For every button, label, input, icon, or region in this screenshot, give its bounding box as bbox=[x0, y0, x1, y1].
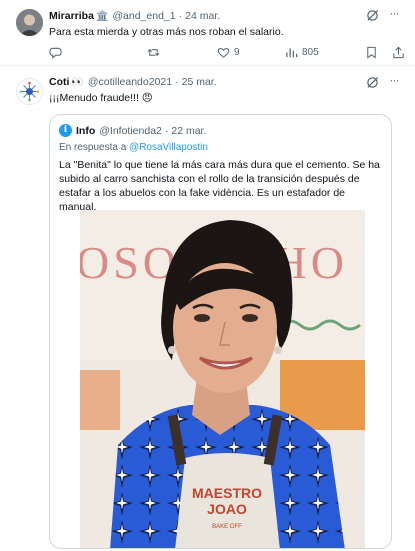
tweet-header: Coti 👀 @cotilleando2021 · 25 mar. bbox=[49, 76, 217, 88]
tweet-header: Mirarriba 🏛️ @and_end_1 · 24 mar. bbox=[49, 10, 220, 22]
author-name[interactable]: Mirarriba bbox=[49, 10, 94, 22]
share-icon bbox=[393, 46, 404, 59]
tweet-photo[interactable]: OSO EL HO bbox=[80, 210, 365, 548]
tweet-text: ¡¡¡Menudo fraude!!! 😠 bbox=[49, 92, 153, 104]
info-avatar-icon[interactable]: i bbox=[59, 124, 72, 137]
tweet[interactable]: Coti 👀 @cotilleando2021 · 25 mar. ··· ¡¡… bbox=[0, 67, 415, 551]
tweet-date[interactable]: 25 mar. bbox=[182, 76, 217, 88]
grok-icon[interactable] bbox=[366, 76, 379, 89]
apron-text-line1: MAESTRO bbox=[192, 485, 262, 501]
avatar[interactable] bbox=[16, 78, 43, 105]
apron-text-small: BAKE OFF bbox=[212, 524, 242, 530]
reply-icon bbox=[49, 47, 62, 59]
grok-icon[interactable] bbox=[366, 9, 379, 22]
share-button[interactable] bbox=[392, 46, 405, 59]
tweet-actions: 9 805 bbox=[49, 46, 404, 60]
bookmark-button[interactable] bbox=[365, 46, 378, 59]
tweet-date[interactable]: 24 mar. bbox=[185, 10, 220, 22]
quoted-author-handle[interactable]: @Infotienda2 bbox=[99, 125, 162, 137]
views-icon bbox=[286, 48, 298, 58]
views-button[interactable]: 805 bbox=[285, 46, 319, 59]
apron-text-line2: JOAO bbox=[207, 501, 247, 517]
heart-icon bbox=[217, 48, 230, 58]
eyes-icon: 👀 bbox=[71, 76, 84, 88]
avatar[interactable] bbox=[16, 9, 43, 36]
quoted-tweet-header: i Info @Infotienda2 · 22 mar. bbox=[59, 124, 206, 137]
author-handle[interactable]: @and_end_1 bbox=[112, 10, 175, 22]
author-handle[interactable]: @cotilleando2021 bbox=[88, 76, 172, 88]
reply-button[interactable] bbox=[49, 46, 66, 59]
like-button[interactable]: 9 bbox=[217, 46, 240, 59]
bookmark-icon bbox=[367, 46, 376, 59]
quoted-tweet-text: La "Benita" lo que tiene la más cara más… bbox=[59, 159, 380, 213]
reply-prefix: En respuesta a bbox=[59, 142, 127, 153]
reply-context: En respuesta a @RosaVillapostin bbox=[59, 142, 208, 153]
quoted-tweet[interactable]: i Info @Infotienda2 · 22 mar. En respues… bbox=[49, 114, 392, 549]
tweet[interactable]: Mirarriba 🏛️ @and_end_1 · 24 mar. ··· Pa… bbox=[0, 0, 415, 66]
quoted-tweet-date[interactable]: 22 mar. bbox=[171, 125, 206, 137]
author-name[interactable]: Coti bbox=[49, 76, 69, 88]
badge-icon: 🏛️ bbox=[95, 10, 109, 22]
separator-dot: · bbox=[175, 76, 179, 88]
tweet-text: Para esta mierda y otras más nos roban e… bbox=[49, 26, 284, 38]
views-count: 805 bbox=[302, 47, 319, 58]
retweet-icon bbox=[147, 48, 160, 57]
separator-dot: · bbox=[178, 10, 183, 22]
like-count: 9 bbox=[234, 47, 240, 58]
retweet-button[interactable] bbox=[147, 46, 164, 59]
quoted-author-name[interactable]: Info bbox=[76, 125, 95, 137]
more-options-icon[interactable]: ··· bbox=[387, 7, 401, 22]
more-options-icon[interactable]: ··· bbox=[387, 74, 401, 89]
separator-dot: · bbox=[164, 124, 169, 137]
reply-mention-link[interactable]: @RosaVillapostin bbox=[129, 142, 208, 153]
